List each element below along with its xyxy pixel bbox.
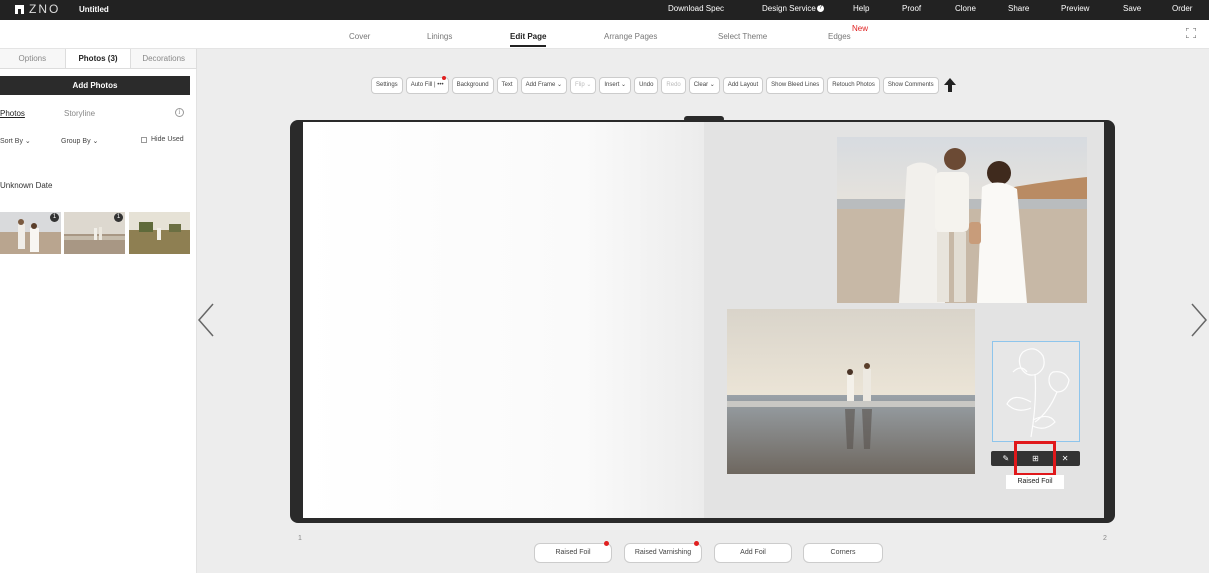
tab-photos[interactable]: Photos (3)	[65, 49, 132, 68]
notification-dot	[441, 75, 446, 80]
show-bleed-lines-button[interactable]: Show Bleed Lines	[766, 76, 825, 94]
question-icon: ?	[816, 5, 824, 12]
photo-thumbnail[interactable]: 1	[64, 212, 125, 254]
logo-mark-icon	[15, 5, 24, 14]
tab-linings[interactable]: Linings	[427, 32, 452, 41]
info-icon[interactable]: i	[175, 108, 184, 117]
new-badge: New	[852, 24, 869, 33]
sidebar: Options Photos (3) Decorations Add Photo…	[0, 49, 198, 573]
previous-page-arrow-icon[interactable]	[197, 303, 215, 337]
show-comments-button[interactable]: Show Comments	[882, 76, 939, 94]
subtab-storyline[interactable]: Storyline	[64, 109, 95, 118]
save-link[interactable]: Save	[1123, 4, 1141, 13]
couple-photo[interactable]	[837, 137, 1087, 303]
project-title[interactable]: Untitled	[79, 5, 109, 14]
add-frame-button[interactable]: Add Frame ⌄	[520, 76, 567, 94]
undo-button[interactable]: Undo	[634, 76, 659, 94]
retouch-photos-button[interactable]: Retouch Photos	[827, 76, 880, 94]
corners-button[interactable]: Corners	[803, 543, 883, 563]
auto-fill-button[interactable]: Auto Fill | •••	[405, 75, 449, 94]
beach-walk-image	[727, 309, 975, 474]
group-by-dropdown[interactable]: Group By ⌄	[61, 137, 98, 145]
flower-foil-icon	[1006, 348, 1070, 438]
beach-walk-photo[interactable]	[727, 309, 975, 474]
subtab-photos[interactable]: Photos	[0, 109, 25, 118]
zno-logo[interactable]: ZNO	[15, 3, 60, 16]
design-service-label: Design Service	[762, 4, 816, 13]
insert-button[interactable]: Insert ⌄	[599, 76, 632, 94]
field-photo-thumbnail-image	[129, 212, 190, 254]
design-service-link[interactable]: Design Service?	[762, 4, 824, 13]
proof-link[interactable]: Proof	[902, 4, 921, 13]
text-button[interactable]: Text	[496, 76, 518, 94]
add-layout-button[interactable]: Add Layout	[722, 76, 764, 94]
editor-nav: Cover Linings Edit Page Arrange Pages Se…	[0, 20, 1209, 49]
photo-thumbnail[interactable]	[129, 212, 190, 254]
fullscreen-icon[interactable]	[1186, 28, 1196, 38]
usage-count-badge: 1	[114, 213, 123, 222]
sidebar-tabs: Options Photos (3) Decorations	[0, 49, 198, 69]
arrow-up-icon[interactable]	[943, 78, 956, 92]
tab-cover[interactable]: Cover	[349, 32, 370, 41]
tab-decorations[interactable]: Decorations	[131, 49, 198, 68]
date-group-label: Unknown Date	[0, 181, 53, 190]
highlight-box	[1014, 441, 1056, 476]
tab-arrange-pages[interactable]: Arrange Pages	[604, 32, 657, 41]
order-link[interactable]: Order	[1172, 4, 1192, 13]
help-link[interactable]: Help	[853, 4, 869, 13]
add-foil-button[interactable]: Add Foil	[714, 543, 792, 563]
tab-edges[interactable]: Edges	[828, 32, 851, 41]
left-page[interactable]	[303, 122, 704, 518]
edit-icon[interactable]: ✎	[998, 454, 1013, 463]
share-link[interactable]: Share	[1008, 4, 1029, 13]
top-bar: ZNO Untitled Download Spec Design Servic…	[0, 0, 1209, 20]
raised-foil-button[interactable]: Raised Foil	[534, 541, 612, 563]
tab-edit-page[interactable]: Edit Page	[510, 32, 547, 47]
raised-foil-decoration[interactable]	[992, 341, 1080, 442]
raised-varnishing-button[interactable]: Raised Varnishing	[624, 541, 702, 563]
raised-foil-label: Raised Foil	[555, 549, 591, 556]
download-spec-link[interactable]: Download Spec	[668, 4, 724, 13]
settings-button[interactable]: Settings	[371, 76, 403, 94]
tab-select-theme[interactable]: Select Theme	[718, 32, 767, 41]
clone-link[interactable]: Clone	[955, 4, 976, 13]
notification-dot	[694, 541, 699, 546]
add-photos-button[interactable]: Add Photos	[0, 76, 190, 95]
page-number-left: 1	[298, 535, 302, 542]
couple-beach-image	[837, 137, 1087, 303]
raised-foil-tooltip: Raised Foil	[1006, 475, 1064, 489]
hide-used-label: Hide Used	[151, 136, 184, 143]
sort-by-dropdown[interactable]: Sort By ⌄	[0, 137, 31, 145]
close-icon[interactable]: ✕	[1058, 454, 1073, 463]
logo-text: ZNO	[29, 2, 61, 16]
next-page-arrow-icon[interactable]	[1190, 303, 1208, 337]
hide-used-toggle[interactable]: Hide Used	[141, 136, 184, 143]
page-number-right: 2	[1103, 535, 1107, 542]
clear-button[interactable]: Clear ⌄	[688, 76, 720, 94]
usage-count-badge: 1	[50, 213, 59, 222]
tab-options[interactable]: Options	[0, 49, 66, 68]
flip-button[interactable]: Flip ⌄	[569, 76, 597, 94]
edit-toolbar: Settings Auto Fill | ••• Background Text…	[371, 75, 956, 94]
hide-used-checkbox[interactable]	[141, 136, 147, 143]
redo-button[interactable]: Redo	[661, 76, 686, 94]
notification-dot	[604, 541, 609, 546]
raised-varnishing-label: Raised Varnishing	[634, 549, 692, 556]
preview-link[interactable]: Preview	[1061, 4, 1089, 13]
auto-fill-label: Auto Fill | •••	[410, 81, 444, 88]
photo-thumbnail[interactable]: 1	[0, 212, 61, 254]
background-button[interactable]: Background	[451, 76, 494, 94]
